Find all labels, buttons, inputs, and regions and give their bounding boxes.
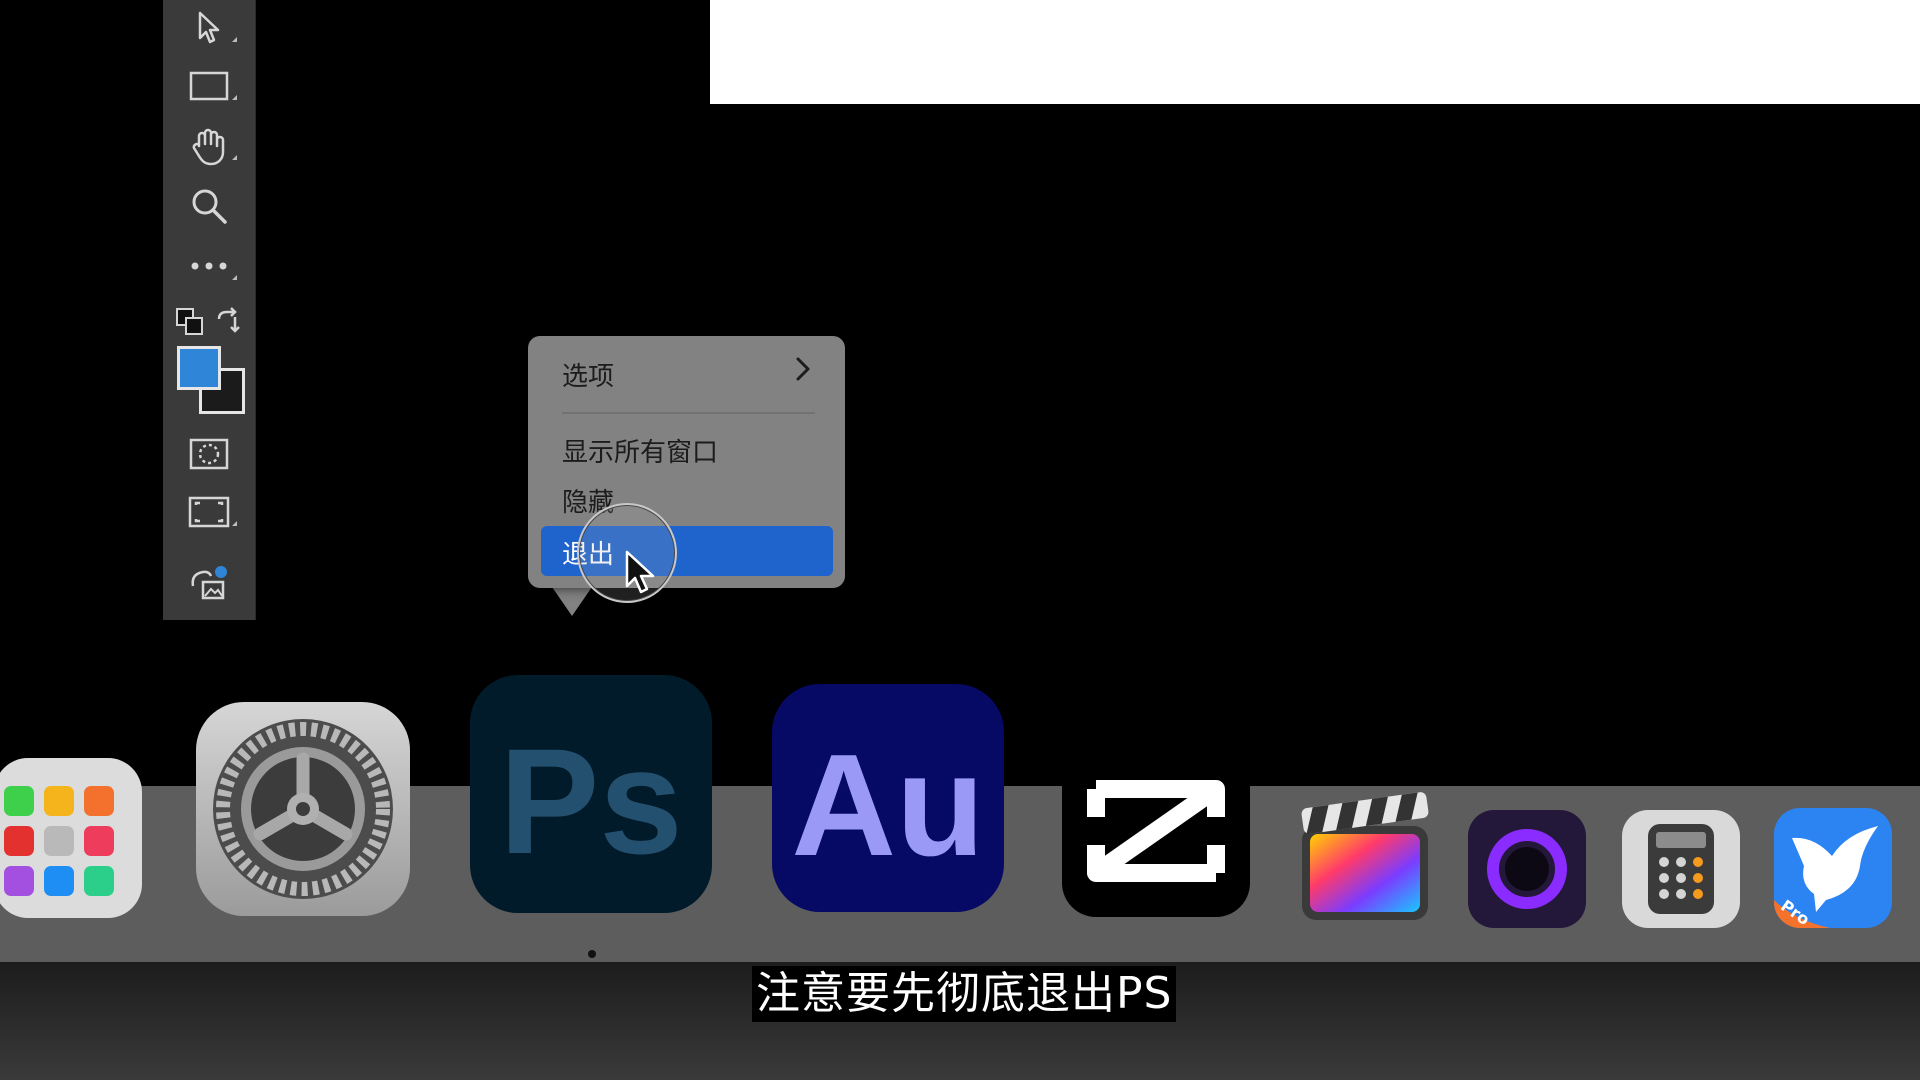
quick-mask-button[interactable] bbox=[163, 428, 255, 480]
ring-app[interactable] bbox=[1468, 810, 1586, 928]
capcut-app[interactable] bbox=[1062, 745, 1250, 917]
hand-icon bbox=[192, 128, 225, 166]
running-indicator bbox=[588, 950, 596, 958]
arrow-icon bbox=[198, 11, 220, 44]
menu-item-options[interactable]: 选项 bbox=[562, 356, 614, 393]
rectangle-select-icon bbox=[189, 71, 229, 101]
photoshop-app[interactable]: Ps bbox=[470, 675, 712, 913]
audition-icon-label: Au bbox=[791, 724, 985, 886]
more-tools-button[interactable] bbox=[163, 240, 255, 292]
foreground-color-swatch[interactable] bbox=[177, 346, 221, 390]
system-settings-app[interactable] bbox=[196, 702, 410, 916]
hand-tool-button[interactable] bbox=[163, 120, 255, 172]
chevron-right-icon bbox=[796, 357, 810, 381]
launchpad-icon bbox=[4, 786, 114, 896]
menu-item-show-all-windows[interactable]: 显示所有窗口 bbox=[562, 432, 718, 469]
launchpad-app[interactable] bbox=[0, 758, 142, 918]
photoshop-icon-label: Ps bbox=[499, 717, 683, 885]
gear-icon bbox=[213, 719, 393, 899]
swap-colors-icon[interactable] bbox=[213, 307, 243, 337]
calculator-icon bbox=[1648, 824, 1714, 914]
clapperboard-icon bbox=[1301, 792, 1429, 920]
color-swatches bbox=[175, 346, 245, 414]
zoom-tool-button[interactable] bbox=[163, 180, 255, 232]
audition-app[interactable]: Au bbox=[772, 684, 1004, 912]
default-colors-icon[interactable] bbox=[175, 307, 205, 337]
ring-icon bbox=[1487, 829, 1567, 909]
subtitle-caption: 注意要先彻底退出PS bbox=[752, 966, 1177, 1022]
calculator-app[interactable] bbox=[1622, 810, 1740, 928]
menu-separator bbox=[562, 412, 815, 414]
capcut-icon bbox=[1087, 780, 1225, 882]
move-tool-button[interactable] bbox=[163, 2, 255, 54]
menu-pointer bbox=[550, 584, 594, 616]
document-canvas bbox=[710, 0, 1920, 104]
quick-mask-icon bbox=[189, 438, 229, 470]
final-cut-pro-app[interactable] bbox=[1296, 778, 1434, 926]
generative-fill-button[interactable] bbox=[163, 556, 255, 608]
screen-mode-icon bbox=[188, 496, 230, 528]
ellipsis-icon bbox=[191, 262, 227, 270]
photoshop-toolbar bbox=[163, 0, 256, 620]
pro-bird-app[interactable]: Pro bbox=[1774, 808, 1892, 928]
generative-image-icon bbox=[191, 566, 227, 600]
magnifier-icon bbox=[192, 189, 227, 224]
screen-mode-button[interactable] bbox=[163, 486, 255, 538]
dock-context-menu: 选项 显示所有窗口 隐藏 退出 bbox=[528, 336, 845, 588]
mouse-pointer-icon bbox=[625, 550, 655, 594]
marquee-tool-button[interactable] bbox=[163, 60, 255, 112]
color-controls bbox=[163, 296, 255, 348]
